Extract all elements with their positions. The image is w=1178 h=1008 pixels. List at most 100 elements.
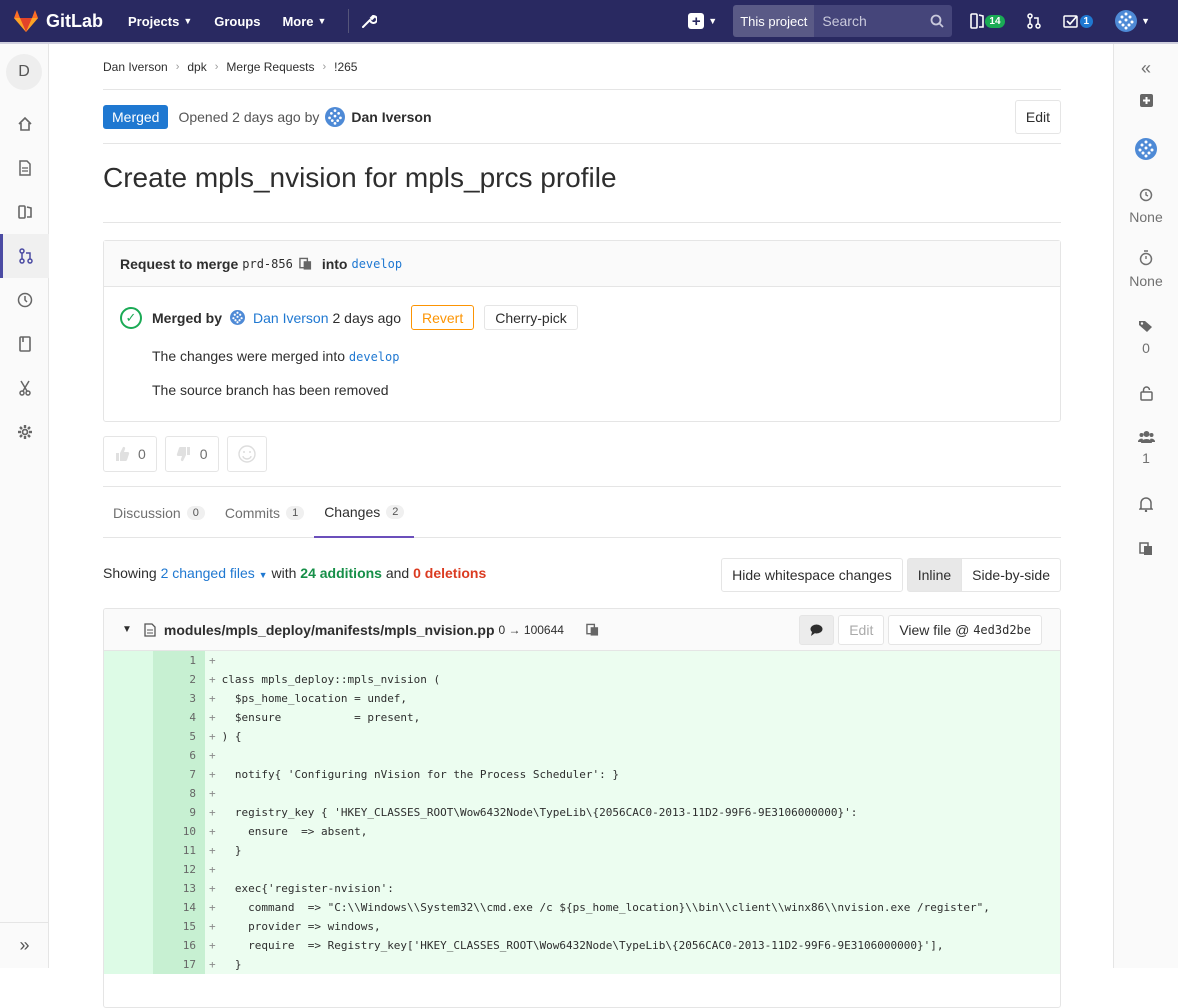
sidebar-item-settings[interactable] xyxy=(0,410,49,454)
new-line-number[interactable]: 13 xyxy=(154,879,205,898)
old-line-number[interactable] xyxy=(104,727,154,746)
nav-groups[interactable]: Groups xyxy=(214,14,260,29)
nav-projects[interactable]: Projects ▼ xyxy=(128,14,192,29)
assignee-avatar[interactable] xyxy=(1114,138,1178,163)
breadcrumb-project[interactable]: dpk xyxy=(187,60,206,74)
view-file-button[interactable]: View file @ 4ed3d2be xyxy=(888,615,1042,645)
nav-more[interactable]: More ▼ xyxy=(282,14,326,29)
labels-section[interactable]: 0 xyxy=(1114,320,1178,356)
breadcrumb-mr-id[interactable]: !265 xyxy=(334,60,357,74)
old-line-number[interactable] xyxy=(104,898,154,917)
user-menu[interactable]: ▼ xyxy=(1115,10,1150,32)
edit-file-button[interactable]: Edit xyxy=(838,615,885,645)
new-line-number[interactable]: 12 xyxy=(154,860,205,879)
new-line-number[interactable]: 6 xyxy=(154,746,205,765)
add-reaction-button[interactable] xyxy=(226,436,267,472)
copy-reference-button[interactable] xyxy=(1114,542,1178,559)
tab-changes[interactable]: Changes 2 xyxy=(314,487,415,538)
thumbsup-button[interactable]: 0 xyxy=(103,436,157,472)
milestone-section[interactable]: None xyxy=(1114,188,1178,225)
time-tracking-section[interactable]: None xyxy=(1114,250,1178,289)
target-branch-link[interactable]: develop xyxy=(351,257,402,271)
copy-path-icon[interactable] xyxy=(586,623,599,637)
new-line-number[interactable]: 17 xyxy=(154,955,205,974)
new-line-number[interactable]: 4 xyxy=(154,708,205,727)
file-path[interactable]: modules/mpls_deploy/manifests/mpls_nvisi… xyxy=(164,622,495,638)
sidebar-item-project[interactable] xyxy=(0,102,49,146)
thumbsdown-count: 0 xyxy=(199,446,208,462)
lock-section[interactable] xyxy=(1114,386,1178,404)
old-line-number[interactable] xyxy=(104,689,154,708)
new-line-number[interactable]: 7 xyxy=(154,765,205,784)
old-line-number[interactable] xyxy=(104,708,154,727)
old-line-number[interactable] xyxy=(104,803,154,822)
search-scope-badge[interactable]: This project xyxy=(733,5,815,37)
inline-view-button[interactable]: Inline xyxy=(906,558,963,592)
sidebar-item-issues[interactable] xyxy=(0,190,49,234)
notifications-toggle[interactable] xyxy=(1114,496,1178,515)
sidebar-item-wiki[interactable] xyxy=(0,322,49,366)
page-title: Create mpls_nvision for mpls_prcs profil… xyxy=(103,144,1061,223)
old-line-number[interactable] xyxy=(104,936,154,955)
merger-link[interactable]: Dan Iverson xyxy=(253,310,328,326)
old-line-number[interactable] xyxy=(104,917,154,936)
side-by-side-button[interactable]: Side-by-side xyxy=(962,558,1061,592)
old-line-number[interactable] xyxy=(104,841,154,860)
revert-button[interactable]: Revert xyxy=(411,305,475,330)
old-line-number[interactable] xyxy=(104,765,154,784)
gitlab-logo[interactable]: GitLab xyxy=(14,10,114,32)
edit-button[interactable]: Edit xyxy=(1014,100,1061,134)
participants-section[interactable]: 1 xyxy=(1114,430,1178,466)
old-line-number[interactable] xyxy=(104,879,154,898)
old-line-number[interactable] xyxy=(104,784,154,803)
collapse-caret-icon[interactable]: ▼ xyxy=(122,624,132,635)
tab-commits[interactable]: Commits 1 xyxy=(215,487,314,538)
expand-sidebar-button[interactable]: « xyxy=(1114,58,1178,79)
new-line-number[interactable]: 3 xyxy=(154,689,205,708)
new-line-number[interactable]: 8 xyxy=(154,784,205,803)
thumbsdown-button[interactable]: 0 xyxy=(164,436,219,472)
merged-by-label: Merged by xyxy=(152,309,223,326)
old-line-number[interactable] xyxy=(104,746,154,765)
new-line-number[interactable]: 1 xyxy=(154,651,205,670)
diff-line-content: + registry_key { 'HKEY_CLASSES_ROOT\Wow6… xyxy=(205,803,1060,822)
admin-wrench-icon[interactable] xyxy=(361,13,378,29)
new-line-number[interactable]: 2 xyxy=(154,670,205,689)
todo-check-icon xyxy=(1062,15,1078,28)
add-todo-button[interactable] xyxy=(1114,94,1178,110)
old-line-number[interactable] xyxy=(104,651,154,670)
search-input[interactable]: Search xyxy=(814,5,953,37)
old-line-number[interactable] xyxy=(104,670,154,689)
changed-files-dropdown[interactable]: 2 changed files ▼ xyxy=(161,565,268,581)
tab-discussion[interactable]: Discussion 0 xyxy=(103,487,215,538)
project-avatar[interactable]: D xyxy=(6,54,42,90)
sidebar-item-repository[interactable] xyxy=(0,146,49,190)
cherry-pick-button[interactable]: Cherry-pick xyxy=(484,305,578,330)
breadcrumb-merge-requests[interactable]: Merge Requests xyxy=(226,60,314,74)
new-line-number[interactable]: 15 xyxy=(154,917,205,936)
todos-nav-button[interactable]: 1 xyxy=(1062,14,1094,28)
old-line-number[interactable] xyxy=(104,955,154,974)
merge-requests-nav-button[interactable] xyxy=(1026,13,1041,29)
new-line-number[interactable]: 10 xyxy=(154,822,205,841)
new-line-number[interactable]: 5 xyxy=(154,727,205,746)
toggle-comments-button[interactable] xyxy=(799,615,835,645)
new-dropdown-button[interactable]: + ▼ xyxy=(688,13,717,29)
sidebar-item-ci-cd[interactable] xyxy=(0,278,49,322)
breadcrumb-user[interactable]: Dan Iverson xyxy=(103,60,168,74)
hide-whitespace-button[interactable]: Hide whitespace changes xyxy=(721,558,903,592)
old-line-number[interactable] xyxy=(104,860,154,879)
old-line-number[interactable] xyxy=(104,822,154,841)
copy-branch-icon[interactable] xyxy=(299,257,312,271)
new-line-number[interactable]: 14 xyxy=(154,898,205,917)
issues-nav-button[interactable]: 14 xyxy=(970,13,1005,29)
new-line-number[interactable]: 9 xyxy=(154,803,205,822)
sidebar-item-merge-requests[interactable] xyxy=(0,234,49,278)
diff-line-content: +) { xyxy=(205,727,1060,746)
collapse-sidebar-button[interactable]: » xyxy=(0,922,49,968)
merged-into-branch[interactable]: develop xyxy=(349,350,400,364)
sidebar-item-snippets[interactable] xyxy=(0,366,49,410)
new-line-number[interactable]: 16 xyxy=(154,936,205,955)
new-line-number[interactable]: 11 xyxy=(154,841,205,860)
author-link[interactable]: Dan Iverson xyxy=(325,106,432,127)
